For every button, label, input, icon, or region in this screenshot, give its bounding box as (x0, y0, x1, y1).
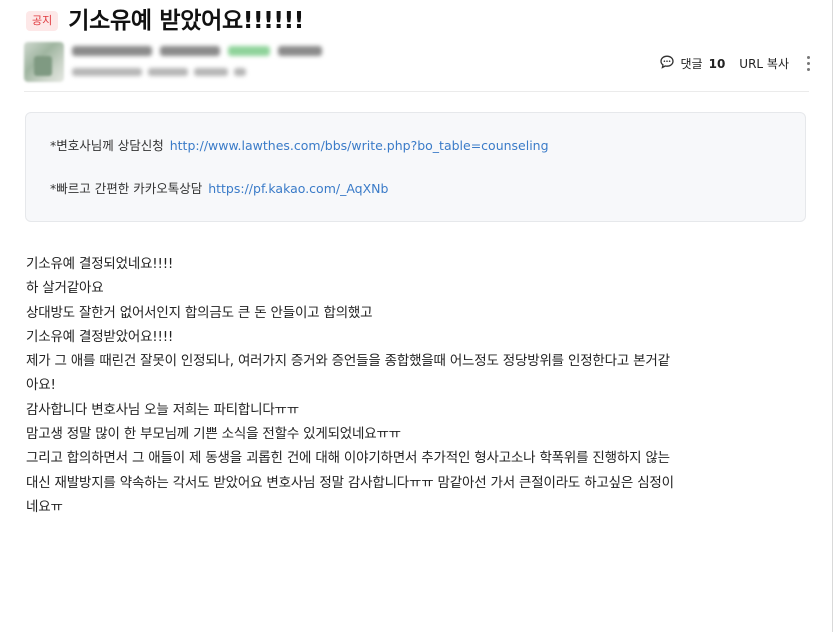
counseling-request-link[interactable]: http://www.lawthes.com/bbs/write.php?bo_… (170, 138, 549, 153)
notice-badge: 공지 (26, 11, 59, 31)
body-line: 하 살거같아요 (26, 280, 104, 297)
body-line: 제가 그 애를 때린건 잘못이 인정되나, 여러가지 증거와 증언들을 종합했을… (26, 353, 670, 370)
post-view: 공지 기소유예 받았어요!!!!!! 댓글 10 URL 복사 *변호사님께 상… (0, 0, 833, 632)
comment-button[interactable]: 댓글 10 (659, 54, 726, 73)
body-line: 감사합니다 변호사님 오늘 저희는 파티합니다ㅠㅠ (26, 401, 299, 418)
author-name-redacted[interactable] (72, 46, 322, 56)
body-line: 기소유예 결정받았어요!!!! (26, 328, 174, 345)
header-divider (24, 91, 809, 92)
body-line: 대신 재발방지를 약속하는 각서도 받았어요 변호사님 정말 감사합니다ㅠㅠ 맘… (26, 474, 674, 491)
counseling-request-label: *변호사님께 상담신청 (50, 138, 164, 153)
post-title: 기소유예 받았어요!!!!!! (68, 8, 304, 34)
consultation-info-box: *변호사님께 상담신청 http://www.lawthes.com/bbs/wr… (25, 112, 806, 222)
comment-icon (659, 54, 675, 73)
body-line: 아요! (26, 377, 56, 394)
avatar[interactable] (24, 42, 64, 82)
post-date-redacted (72, 68, 246, 76)
counseling-request-line: *변호사님께 상담신청 http://www.lawthes.com/bbs/wr… (50, 135, 781, 157)
post-header: 공지 기소유예 받았어요!!!!!! (26, 6, 304, 36)
body-line: 상대방도 잘한거 없어서인지 합의금도 큰 돈 안들이고 합의했고 (26, 304, 373, 321)
comment-count: 10 (708, 56, 726, 71)
post-tools: 댓글 10 URL 복사 (659, 54, 815, 73)
kakao-consult-link[interactable]: https://pf.kakao.com/_AqXNb (208, 181, 388, 196)
post-body: 기소유예 결정되었네요!!!! 하 살거같아요 상대방도 잘한거 없어서인지 합… (26, 252, 811, 519)
body-line: 그리고 합의하면서 그 애들이 제 동생을 괴롭힌 건에 대해 이야기하면서 추… (26, 450, 670, 467)
comment-label: 댓글 (680, 57, 703, 71)
body-line: 맘고생 정말 많이 한 부모님께 기쁜 소식을 전할수 있게되었네요ㅠㅠ (26, 426, 401, 443)
body-line: 기소유예 결정되었네요!!!! (26, 256, 174, 272)
author-info: 댓글 10 URL 복사 (24, 42, 814, 84)
kakao-consult-line: *빠르고 간편한 카카오톡상담 https://pf.kakao.com/_AqX… (50, 178, 781, 200)
url-copy-button[interactable]: URL 복사 (739, 55, 789, 72)
more-options-icon[interactable] (803, 56, 814, 71)
kakao-consult-label: *빠르고 간편한 카카오톡상담 (50, 181, 203, 196)
body-line: 네요ㅠ (26, 498, 63, 515)
